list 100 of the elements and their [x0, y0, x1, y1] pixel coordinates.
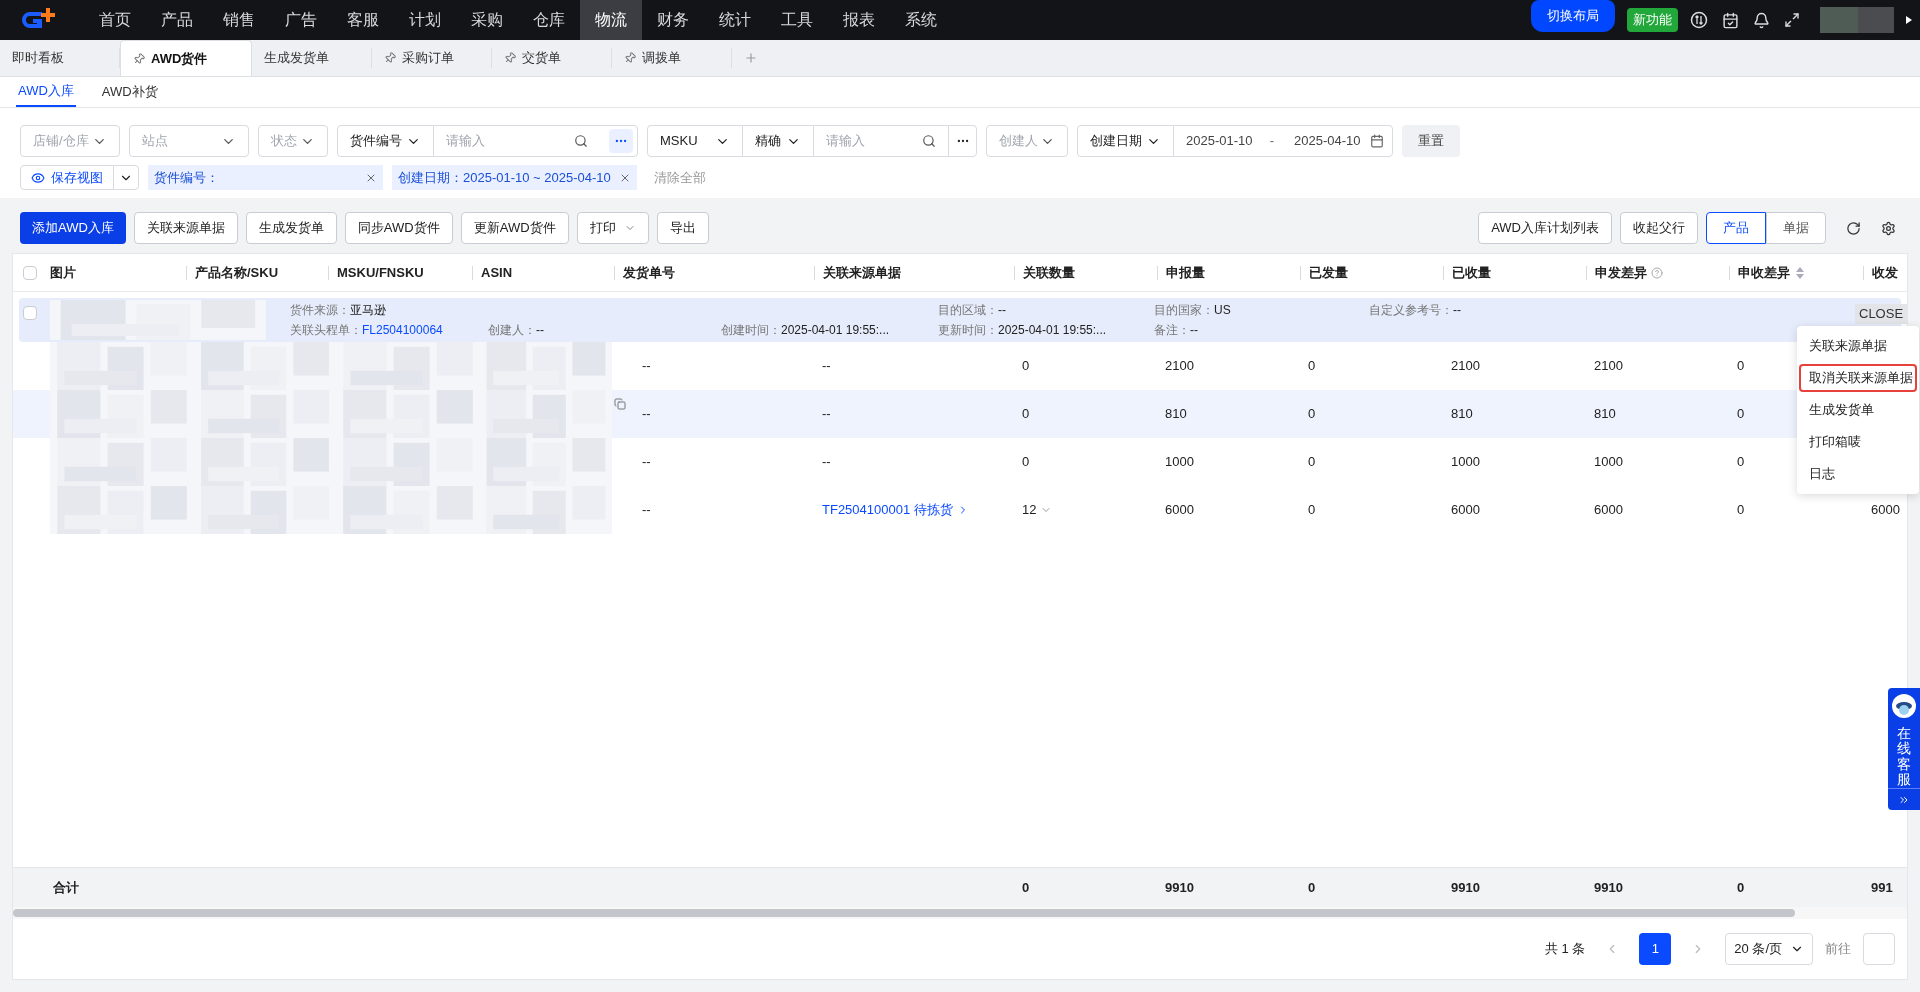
- eye-icon: [31, 170, 45, 185]
- toolbar-button[interactable]: 更新AWD货件: [460, 212, 569, 244]
- start-date[interactable]: 2025-01-10: [1186, 131, 1262, 151]
- copy-icon[interactable]: [614, 398, 626, 410]
- nav-item[interactable]: 产品: [146, 0, 208, 40]
- page-tab[interactable]: 生成发货单: [252, 48, 372, 68]
- swap-icon[interactable]: [1690, 11, 1708, 29]
- column-header: 收发: [1872, 263, 1898, 282]
- page-size-select[interactable]: 20 条/页: [1725, 933, 1813, 965]
- table-cell: --: [642, 502, 651, 518]
- info-field: 目的国家：US: [1154, 303, 1231, 317]
- field-select[interactable]: MSKU: [648, 126, 743, 156]
- totals-label: 合计: [53, 879, 79, 895]
- source-link[interactable]: TF2504100001 待拣货: [822, 500, 969, 520]
- support-avatar-icon: [1892, 694, 1916, 718]
- nav-item[interactable]: 首页: [84, 0, 146, 40]
- date-type-select[interactable]: 创建日期: [1078, 126, 1174, 156]
- menu-item[interactable]: 日志: [1799, 460, 1917, 488]
- nav-item[interactable]: 统计: [704, 0, 766, 40]
- shipment-link[interactable]: FL2504100064: [362, 323, 443, 337]
- toolbar-button[interactable]: 添加AWD入库: [20, 212, 126, 244]
- search-field[interactable]: 请输入: [814, 126, 948, 156]
- settings-icon[interactable]: [1881, 220, 1896, 236]
- checkbox[interactable]: [23, 265, 37, 280]
- menu-item[interactable]: 生成发货单: [1799, 396, 1917, 424]
- table-cell: 6000: [1594, 502, 1623, 518]
- page-tab[interactable]: 调拨单: [612, 48, 732, 68]
- menu-item[interactable]: 打印箱唛: [1799, 428, 1917, 456]
- nav-item[interactable]: 物流: [580, 0, 642, 40]
- nav-item[interactable]: 广告: [270, 0, 332, 40]
- support-label: 在线客服: [1897, 726, 1911, 788]
- refresh-icon[interactable]: [1846, 220, 1861, 236]
- end-date[interactable]: 2025-04-10: [1294, 131, 1370, 151]
- nav-item[interactable]: 系统: [890, 0, 952, 40]
- view-toggle[interactable]: 单据: [1766, 212, 1826, 244]
- toolbar-button[interactable]: 打印: [576, 212, 649, 244]
- page-tab[interactable]: 采购订单: [372, 48, 492, 68]
- nav-item[interactable]: 工具: [766, 0, 828, 40]
- nav-item[interactable]: 采购: [456, 0, 518, 40]
- toolbar-button[interactable]: 导出: [656, 212, 709, 244]
- column-header: 图片: [50, 263, 76, 282]
- menu-item[interactable]: 取消关联来源单据: [1799, 364, 1917, 392]
- support-widget[interactable]: 在线客服: [1888, 688, 1920, 810]
- nav-item[interactable]: 计划: [394, 0, 456, 40]
- total-value: 991: [1871, 879, 1893, 895]
- date-separator: -: [1268, 132, 1276, 151]
- table-cell: 810: [1451, 406, 1473, 422]
- page-tab[interactable]: 交货单: [492, 48, 612, 68]
- filter-tag[interactable]: 货件编号：: [148, 165, 383, 190]
- table-cell: 0: [1022, 358, 1030, 374]
- table-cell: 0: [1737, 406, 1745, 422]
- column-header: 发货单号: [623, 263, 675, 282]
- search-icon[interactable]: [574, 134, 588, 148]
- filter-tag[interactable]: 创建日期：2025-01-10 ~ 2025-04-10: [392, 165, 637, 190]
- field-select[interactable]: 货件编号: [338, 126, 434, 156]
- toolbar-button[interactable]: 关联来源单据: [133, 212, 238, 244]
- caret-icon[interactable]: [1906, 16, 1912, 24]
- nav-item[interactable]: 仓库: [518, 0, 580, 40]
- table-cell: 0: [1308, 406, 1316, 422]
- column-header: MSKU/FNSKU: [337, 263, 424, 282]
- table-cell: 2100: [1594, 358, 1623, 374]
- fullscreen-icon[interactable]: [1784, 12, 1800, 28]
- toolbar-button[interactable]: 同步AWD货件: [344, 212, 453, 244]
- shipment-filter[interactable]: 货件编号 请输入: [337, 125, 638, 157]
- toolbar-button[interactable]: 生成发货单: [245, 212, 337, 244]
- info-field: 创建人：--: [488, 323, 544, 337]
- toolbar-button[interactable]: AWD入库计划列表: [1478, 212, 1612, 244]
- search-field[interactable]: 请输入: [434, 126, 609, 156]
- table-cell: --: [822, 406, 831, 422]
- reset-button[interactable]: 重置: [1402, 125, 1460, 157]
- table-cell-text: 12: [1022, 501, 1037, 520]
- search-input[interactable]: 请输入: [434, 131, 574, 151]
- table-cell: 0: [1022, 454, 1030, 470]
- scrollbar[interactable]: [13, 909, 1795, 917]
- page-tab[interactable]: AWD货件: [120, 40, 252, 76]
- switch-layout-button[interactable]: 切换布局: [1531, 0, 1615, 32]
- menu-item[interactable]: 关联来源单据: [1799, 332, 1917, 360]
- sub-tab[interactable]: AWD补货: [99, 77, 160, 107]
- page-input[interactable]: [1863, 933, 1895, 965]
- view-toggle[interactable]: 产品: [1706, 212, 1766, 244]
- search-input[interactable]: 请输入: [814, 131, 922, 151]
- nav-item[interactable]: 客服: [332, 0, 394, 40]
- toolbar-button[interactable]: 收起父行: [1620, 212, 1698, 244]
- calendar-icon[interactable]: [1722, 11, 1739, 29]
- search-icon[interactable]: [922, 134, 936, 148]
- match-select[interactable]: 精确: [743, 126, 814, 156]
- checkbox[interactable]: [23, 306, 37, 320]
- bell-icon[interactable]: [1753, 11, 1770, 29]
- column-header: 申报量: [1166, 263, 1205, 282]
- nav-item[interactable]: 财务: [642, 0, 704, 40]
- nav-item[interactable]: 销售: [208, 0, 270, 40]
- table-cell: 810: [1594, 406, 1616, 422]
- column-header: 产品名称/SKU: [195, 263, 279, 282]
- msku-filter[interactable]: MSKU 精确 请输入: [647, 125, 977, 157]
- nav-item[interactable]: 报表: [828, 0, 890, 40]
- page-button[interactable]: 1: [1639, 933, 1672, 965]
- table-cell: --: [822, 358, 831, 374]
- column-header: 已收量: [1452, 263, 1491, 282]
- goto-label: 前往: [1825, 940, 1851, 959]
- total-value: 9910: [1594, 879, 1623, 895]
